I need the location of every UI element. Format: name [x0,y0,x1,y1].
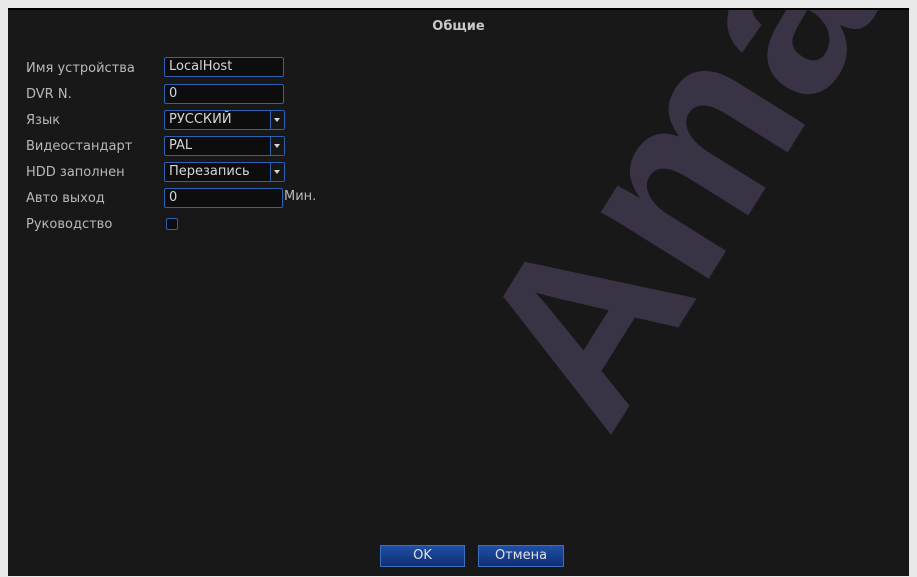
video-standard-value: PAL [169,138,193,153]
device-name-label: Имя устройства [26,61,135,76]
cancel-button[interactable]: Отмена [478,545,564,567]
device-name-input[interactable]: LocalHost [164,57,284,77]
general-settings-dialog: Amate Общие Имя устройства LocalHost DVR… [8,8,909,576]
watermark: Amate [424,10,909,467]
chevron-down-icon[interactable] [270,111,284,129]
dvr-number-input[interactable]: 0 [164,84,284,104]
guide-label: Руководство [26,217,113,232]
watermark-text: Amate [424,10,909,467]
language-label: Язык [26,113,61,128]
language-value: РУССКИЙ [169,112,232,127]
video-standard-select[interactable]: PAL [164,136,285,156]
hdd-full-value: Перезапись [169,164,250,179]
auto-logout-input[interactable]: 0 [164,188,283,208]
auto-logout-label: Авто выход [26,191,105,206]
dvr-number-label: DVR N. [26,87,72,102]
dialog-title: Общие [432,19,485,34]
ok-button[interactable]: OK [380,545,465,567]
guide-checkbox[interactable] [166,218,178,230]
auto-logout-unit: Мин. [284,189,317,204]
video-standard-label: Видеостандарт [26,139,133,154]
hdd-full-label: HDD заполнен [26,165,125,180]
hdd-full-select[interactable]: Перезапись [164,162,285,182]
chevron-down-icon[interactable] [270,163,284,181]
chevron-down-icon[interactable] [270,137,284,155]
language-select[interactable]: РУССКИЙ [164,110,285,130]
